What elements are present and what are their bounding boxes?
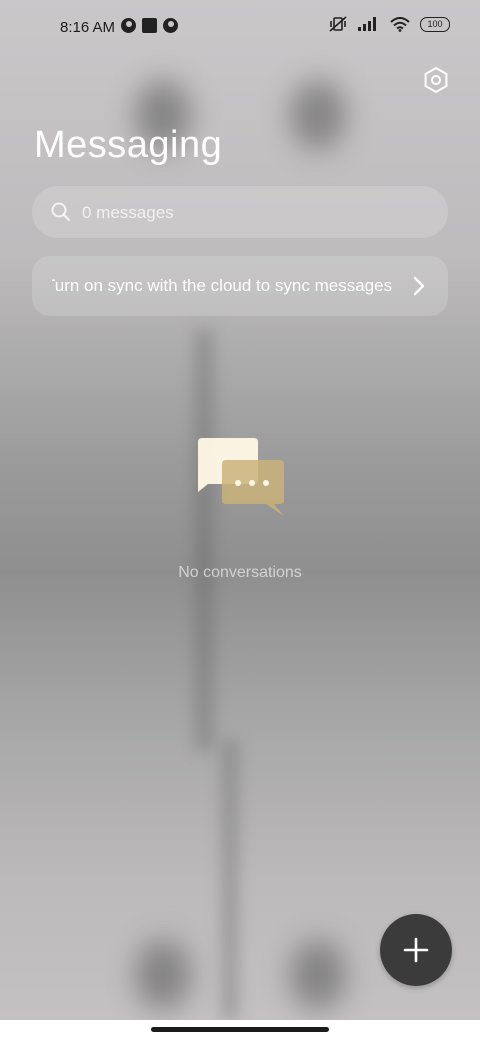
plus-icon [403,937,429,963]
wallpaper-blur [290,940,346,1010]
wallpaper-line [222,740,238,1020]
page-title: Messaging [34,124,223,166]
wallpaper-line [195,330,213,750]
wallpaper-blur [290,80,346,150]
status-time: 8:16 AM [60,19,116,36]
empty-state-text: No conversations [178,564,302,581]
search-placeholder: 0 messages [82,203,174,222]
navigation-bar [0,1020,480,1040]
status-bar: 8:16 AM 100 [0,0,480,56]
vibrate-off-icon [329,16,347,32]
signal-icon [358,17,376,31]
search-input[interactable]: 0 messages [32,186,448,238]
notification-icon [163,18,178,33]
battery-indicator: 100 [420,16,450,32]
sync-banner-text: Turn on sync with the cloud to sync mess… [52,276,393,295]
sync-banner[interactable]: Turn on sync with the cloud to sync mess… [32,256,448,316]
new-message-button[interactable] [380,914,452,986]
home-indicator[interactable] [151,1027,329,1032]
wifi-icon [390,16,410,32]
notification-square-icon [142,18,157,33]
chevron-right-icon [413,276,425,296]
settings-hex-icon[interactable] [422,66,450,94]
chat-bubbles-icon [198,438,284,516]
search-icon [51,202,71,222]
notification-icon [121,18,136,33]
wallpaper-blur [135,940,191,1010]
